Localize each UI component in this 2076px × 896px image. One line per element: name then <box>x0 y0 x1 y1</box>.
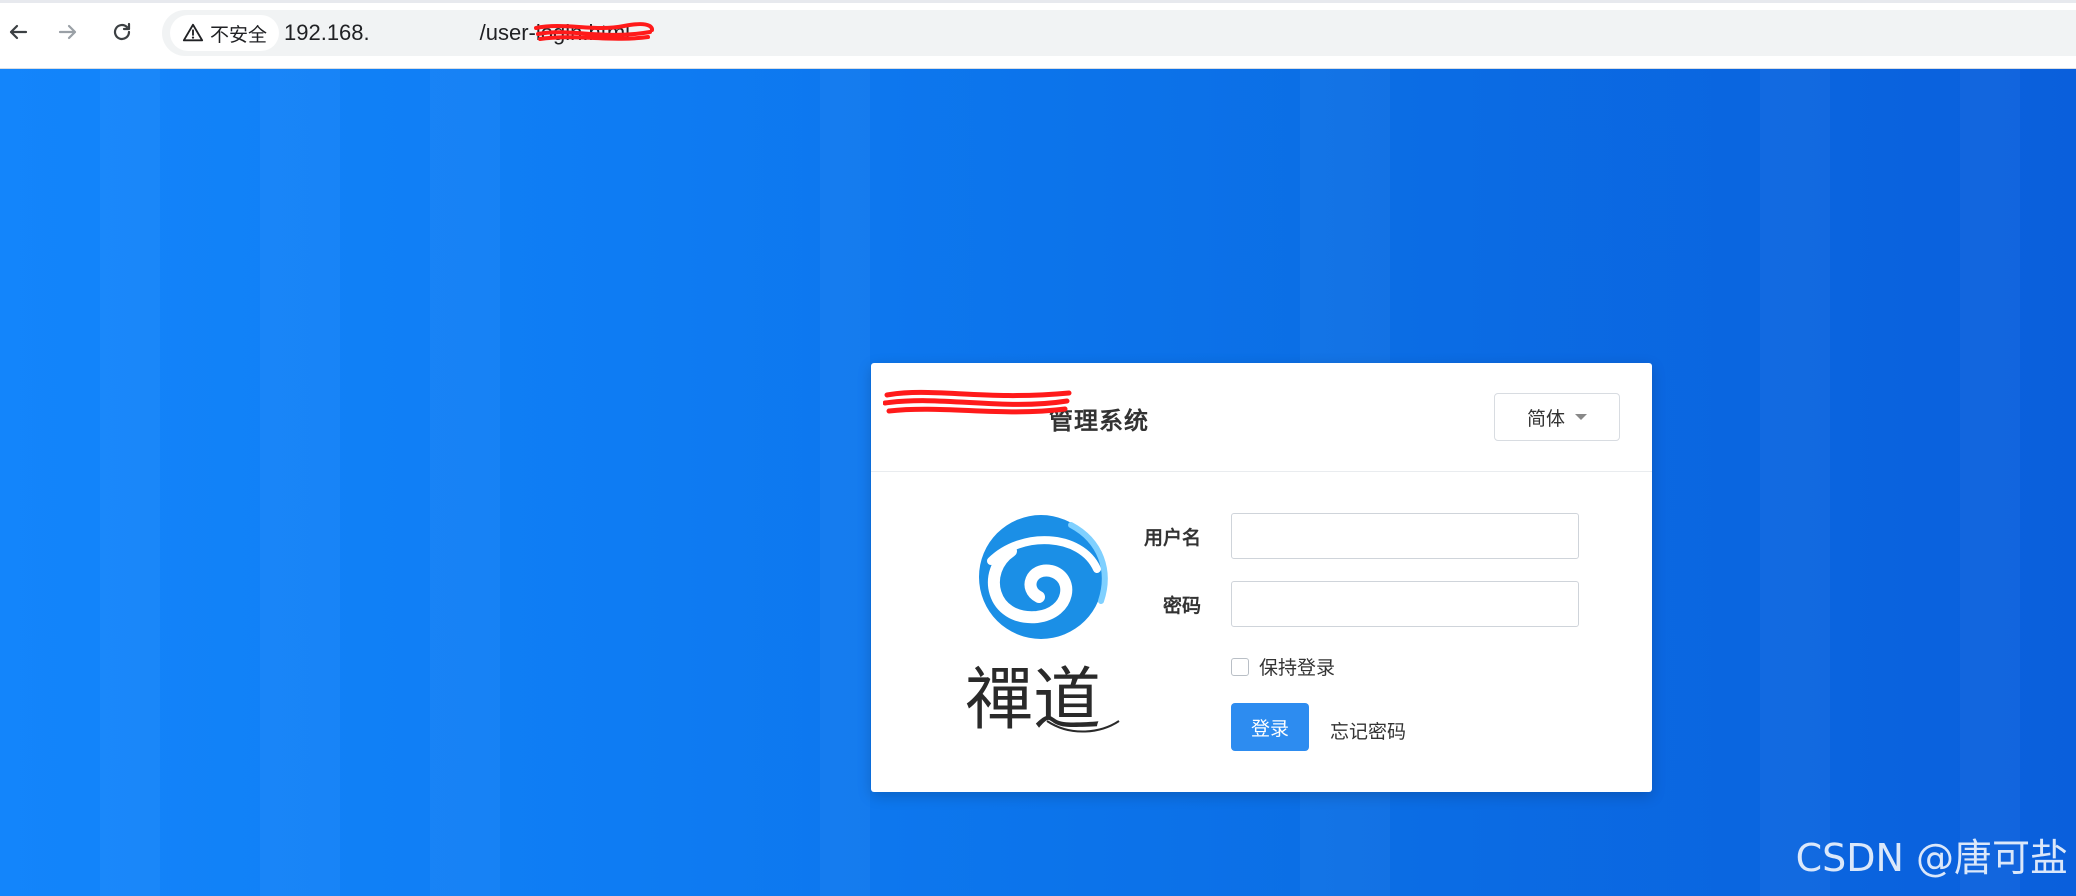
logo-text: 禪道 <box>965 661 1101 740</box>
back-button[interactable] <box>0 14 36 50</box>
login-card-header: 管理系统 简体 <box>871 363 1652 472</box>
warning-triangle-icon <box>182 23 204 42</box>
login-button[interactable]: 登录 <box>1231 703 1309 751</box>
background-stripe <box>1760 69 1830 896</box>
arrow-right-icon <box>58 24 77 40</box>
password-input[interactable] <box>1231 581 1579 627</box>
redaction-scribble <box>534 22 654 41</box>
forward-button[interactable] <box>50 14 86 50</box>
security-label: 不安全 <box>210 23 268 46</box>
zentao-logo: 禪道 <box>951 511 1131 741</box>
address-bar[interactable]: 不安全 192.168./user-login.html <box>162 10 2076 56</box>
username-input[interactable] <box>1231 513 1579 559</box>
language-label: 简体 <box>1526 407 1565 430</box>
language-select[interactable]: 简体 <box>1494 393 1620 441</box>
remember-label: 保持登录 <box>1259 657 1336 679</box>
reload-icon <box>113 22 131 41</box>
remember-login[interactable]: 保持登录 <box>1231 653 1335 680</box>
background-stripe <box>100 69 160 896</box>
remember-checkbox[interactable] <box>1231 657 1249 676</box>
tab-strip-edge <box>0 0 2076 3</box>
redaction-scribble <box>883 389 1072 415</box>
background-stripe <box>430 69 500 896</box>
background-stripe <box>260 69 340 896</box>
password-label: 密码 <box>1162 595 1201 617</box>
forgot-password-link[interactable]: 忘记密码 <box>1330 717 1406 744</box>
reload-button[interactable] <box>104 14 140 50</box>
swirl-logo-icon: 禪道 <box>965 515 1120 740</box>
background-stripe <box>820 69 870 896</box>
browser-toolbar: 不安全 192.168./user-login.html <box>0 0 2076 69</box>
csdn-watermark: CSDN @唐可盐 <box>1795 836 2068 880</box>
background-stripe <box>1960 69 2020 896</box>
url-prefix: 192.168. <box>284 20 370 45</box>
login-card: 管理系统 简体 禪道 用户名 密码 保持登录 登录 忘记密码 <box>871 363 1652 792</box>
security-chip[interactable]: 不安全 <box>170 15 280 51</box>
caret-down-icon <box>1575 414 1587 420</box>
arrow-left-icon <box>9 24 28 40</box>
username-label: 用户名 <box>1143 527 1201 549</box>
